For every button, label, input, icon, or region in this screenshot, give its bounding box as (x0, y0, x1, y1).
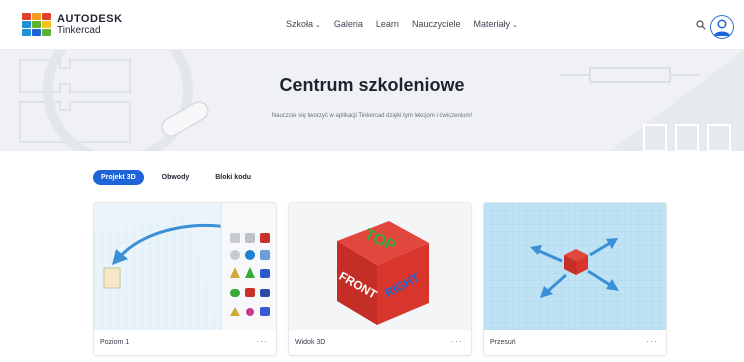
user-avatar-icon[interactable] (710, 15, 734, 39)
lesson-card-3[interactable]: Przesuń ··· (483, 202, 667, 356)
logo-square (32, 13, 41, 20)
brand-line1: AUTODESK (57, 12, 123, 25)
lesson-card-1[interactable]: Poziom 1 ··· (93, 202, 277, 356)
nav-item-label: Materiały (473, 19, 510, 29)
nav-item-nauczyciele[interactable]: Nauczyciele (412, 19, 461, 29)
logo-square (42, 21, 51, 28)
category-tabs: Projekt 3D Obwody Bloki kodu (93, 170, 259, 185)
tinkercad-logo[interactable]: AUTODESK Tinkercad (22, 13, 123, 36)
tab-obwody[interactable]: Obwody (154, 170, 198, 185)
nav-item-label: Nauczyciele (411, 19, 461, 29)
logo-square (42, 13, 51, 20)
logo-square (32, 29, 41, 36)
lesson-thumbnail-viewcube: TOP FRONT RIGHT (289, 203, 471, 330)
hero-decoration (19, 50, 744, 151)
nav-item-label: Szkoła (286, 19, 314, 29)
page-title: Centrum szkoleniowe (279, 75, 465, 95)
tab-projekt-3d[interactable]: Projekt 3D (93, 170, 144, 185)
logo-square (22, 21, 31, 28)
nav-item-label: Learn (375, 19, 399, 29)
logo-square (22, 29, 31, 36)
nav-item-materialy[interactable]: Materiały ⌄ (473, 19, 517, 29)
search-icon[interactable] (696, 20, 706, 30)
nav-item-learn[interactable]: Learn (376, 19, 399, 29)
lesson-card-2[interactable]: TOP FRONT RIGHT Widok 3D ··· (288, 202, 472, 356)
top-header: AUTODESK Tinkercad Szkoła ⌄ Galeria Learn… (0, 0, 744, 50)
card-title: Poziom 1 (100, 339, 130, 346)
nav-item-szkola[interactable]: Szkoła ⌄ (286, 19, 321, 29)
chevron-down-icon: ⌄ (511, 22, 518, 29)
nav-item-label: Galeria (333, 19, 363, 29)
card-title: Widok 3D (295, 339, 326, 346)
lesson-thumbnail-move (484, 203, 666, 330)
tab-bloki-kodu[interactable]: Bloki kodu (207, 170, 259, 185)
lesson-thumbnail-workplane (94, 203, 276, 330)
more-options-icon[interactable]: ··· (451, 336, 463, 346)
logo-square (22, 13, 31, 20)
chevron-down-icon: ⌄ (315, 22, 321, 29)
hero-banner: Centrum szkoleniowe Nauczcie się tworzyć… (0, 50, 744, 151)
logo-grid-icon (22, 13, 51, 36)
brand-text: AUTODESK Tinkercad (57, 12, 123, 36)
logo-square (42, 29, 51, 36)
main-nav: Szkoła ⌄ Galeria Learn Nauczyciele Materi… (286, 19, 518, 29)
card-title: Przesuń (490, 339, 516, 346)
more-options-icon[interactable]: ··· (256, 336, 268, 346)
nav-item-galeria[interactable]: Galeria (334, 19, 363, 29)
logo-square (32, 21, 41, 28)
brand-line2: Tinkercad (57, 24, 101, 36)
more-options-icon[interactable]: ··· (646, 336, 658, 346)
page-subtitle: Nauczcie się tworzyć w aplikacji Tinkerc… (271, 113, 473, 119)
